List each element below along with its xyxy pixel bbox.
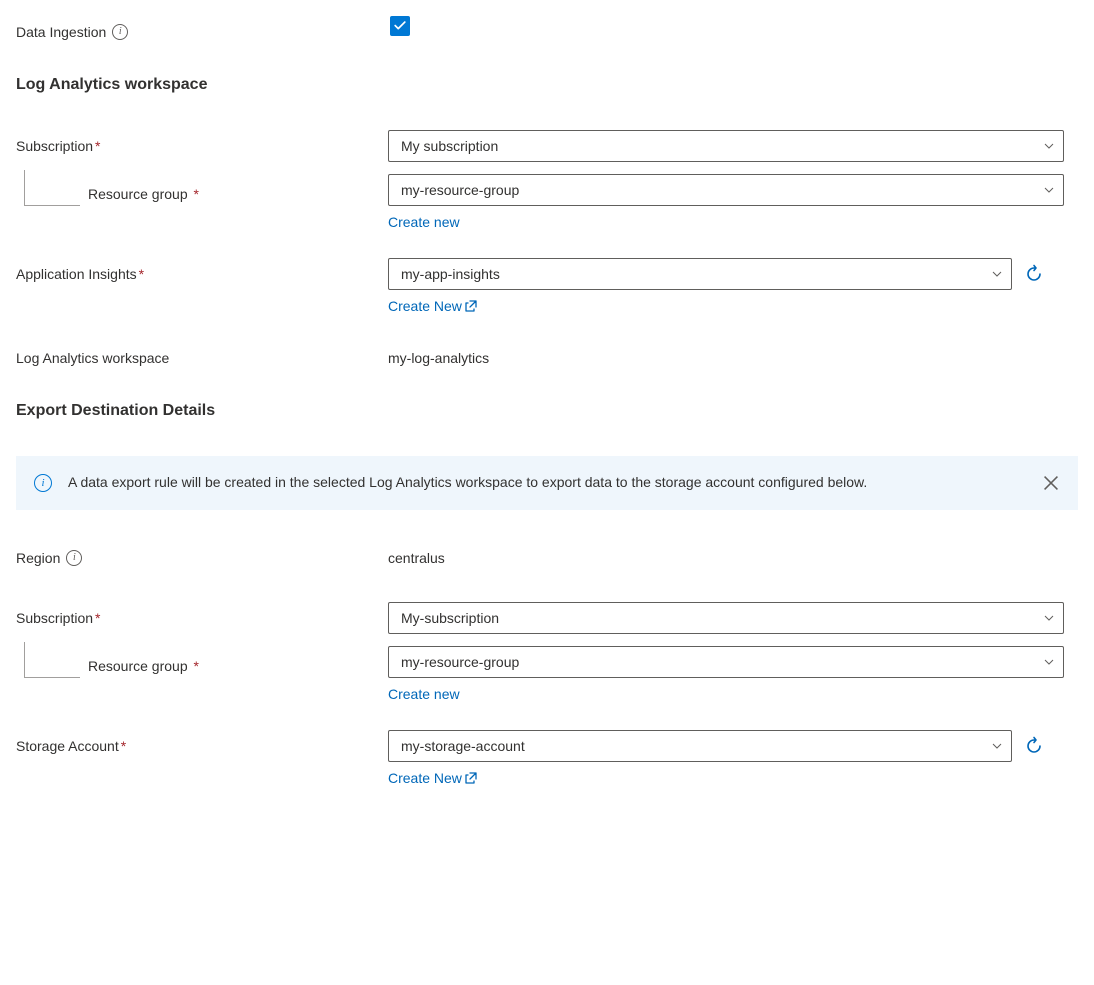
required-indicator: * (95, 610, 100, 626)
refresh-icon (1024, 264, 1044, 284)
export-rg-select[interactable]: my-resource-group (388, 646, 1064, 678)
resource-group-select[interactable]: my-resource-group (388, 174, 1064, 206)
required-indicator: * (139, 266, 144, 282)
law-workspace-value: my-log-analytics (388, 342, 1078, 374)
refresh-button[interactable] (1020, 732, 1048, 760)
required-indicator: * (95, 138, 100, 154)
export-subscription-select[interactable]: My-subscription (388, 602, 1064, 634)
external-link-icon (464, 771, 478, 785)
info-icon[interactable]: i (66, 550, 82, 566)
required-indicator: * (194, 186, 199, 202)
storage-account-label: Storage Account (16, 738, 119, 754)
create-new-rg-link[interactable]: Create new (388, 214, 1078, 230)
create-new-storage-label: Create New (388, 770, 462, 786)
info-banner: i A data export rule will be created in … (16, 456, 1078, 510)
app-insights-label: Application Insights (16, 266, 137, 282)
app-insights-select[interactable]: my-app-insights (388, 258, 1012, 290)
app-insights-value: my-app-insights (401, 266, 500, 282)
export-create-new-rg-link[interactable]: Create new (388, 686, 1078, 702)
chevron-down-icon (1043, 184, 1055, 196)
info-icon[interactable]: i (112, 24, 128, 40)
required-indicator: * (121, 738, 126, 754)
subscription-select[interactable]: My subscription (388, 130, 1064, 162)
resource-group-label: Resource group (88, 186, 188, 202)
storage-account-select[interactable]: my-storage-account (388, 730, 1012, 762)
law-workspace-label: Log Analytics workspace (16, 350, 169, 366)
indent-connector (24, 642, 80, 678)
export-rg-value: my-resource-group (401, 654, 519, 670)
close-button[interactable] (1042, 474, 1060, 492)
region-label: Region (16, 550, 60, 566)
create-new-storage-link[interactable]: Create New (388, 770, 1078, 786)
export-subscription-label: Subscription (16, 610, 93, 626)
subscription-value: My subscription (401, 138, 498, 154)
required-indicator: * (194, 658, 199, 674)
create-new-ai-label: Create New (388, 298, 462, 314)
region-value: centralus (388, 542, 1078, 574)
refresh-icon (1024, 736, 1044, 756)
chevron-down-icon (991, 740, 1003, 752)
subscription-label: Subscription (16, 138, 93, 154)
chevron-down-icon (1043, 656, 1055, 668)
log-analytics-heading: Log Analytics workspace (16, 76, 1078, 94)
info-icon: i (34, 474, 52, 492)
chevron-down-icon (1043, 612, 1055, 624)
data-ingestion-label: Data Ingestion (16, 24, 106, 40)
export-heading: Export Destination Details (16, 402, 1078, 420)
chevron-down-icon (991, 268, 1003, 280)
create-new-ai-link[interactable]: Create New (388, 298, 1078, 314)
close-icon (1042, 474, 1060, 492)
export-rg-label: Resource group (88, 658, 188, 674)
chevron-down-icon (1043, 140, 1055, 152)
banner-text: A data export rule will be created in th… (68, 472, 1026, 494)
storage-account-value: my-storage-account (401, 738, 525, 754)
indent-connector (24, 170, 80, 206)
data-ingestion-checkbox[interactable] (390, 16, 410, 36)
external-link-icon (464, 299, 478, 313)
export-subscription-value: My-subscription (401, 610, 499, 626)
resource-group-value: my-resource-group (401, 182, 519, 198)
checkmark-icon (393, 19, 407, 33)
refresh-button[interactable] (1020, 260, 1048, 288)
